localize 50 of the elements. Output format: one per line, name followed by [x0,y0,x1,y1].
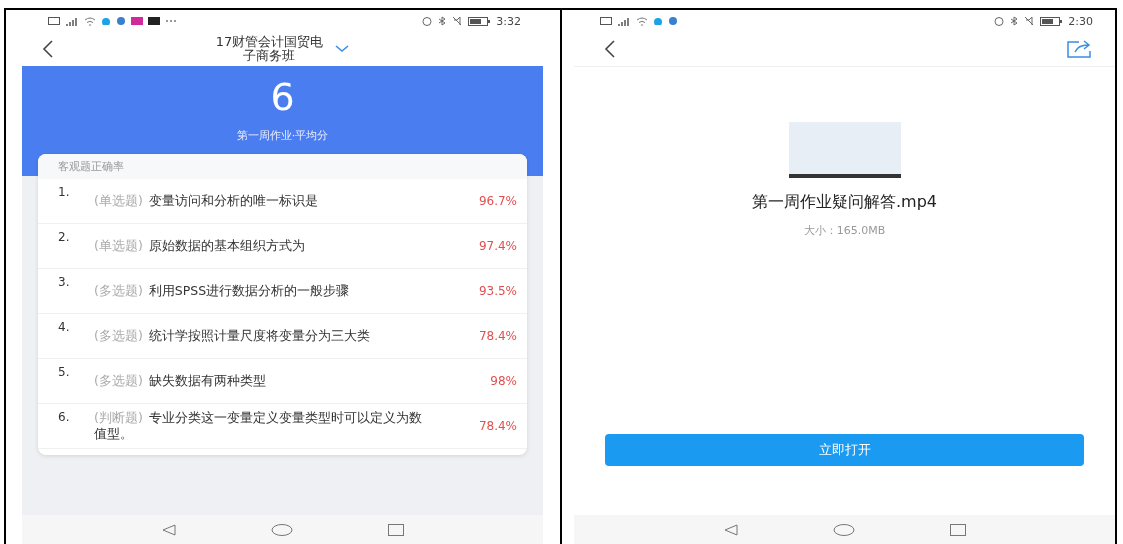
back-triangle-icon[interactable] [723,523,738,536]
question-number: 5. [57,364,71,379]
open-now-button[interactable]: 立即打开 [605,434,1084,466]
file-size: 大小：165.0MB [803,223,886,238]
share-icon[interactable] [1067,40,1093,58]
hd-icon [600,17,612,25]
home-circle-icon[interactable] [270,523,293,536]
question-number: 4. [57,319,71,334]
home-circle-icon[interactable] [832,523,855,536]
app-icon [131,17,143,25]
wifi-icon [636,16,648,26]
question-text: (多选题) 利用SPSS进行数据分析的一般步骤 [94,283,351,299]
question-text: (判断题) 专业分类这一变量定义变量类型时可以定义为数值型。 [94,410,423,442]
back-icon[interactable] [42,40,54,58]
status-time: 3:32 [496,14,521,28]
class-title: 17财管会计国贸电子商务班 [215,35,324,63]
accuracy-rate: 78.4% [477,329,517,343]
back-triangle-icon[interactable] [161,523,176,536]
average-score: 6 [270,78,295,116]
accuracy-rate: 78.4% [477,419,517,433]
signal-icon [617,16,631,26]
question-text: (单选题) 变量访问和分析的唯一标识是 [94,193,319,209]
recents-square-icon[interactable] [387,523,404,536]
accuracy-rate: 97.4% [477,239,517,253]
app-icon [148,17,160,25]
question-number: 3. [57,274,71,289]
accuracy-rate: 96.7% [477,194,517,208]
bluetooth-icon [1010,16,1019,26]
chevron-down-icon[interactable] [335,45,350,53]
question-number: 6. [57,409,71,424]
back-icon[interactable] [604,40,616,58]
battery-icon [1040,16,1063,26]
card-title: 客观题正确率 [38,154,527,179]
hd-icon [48,17,60,25]
recents-square-icon[interactable] [949,523,966,536]
question-number: 2. [57,229,71,244]
wifi-icon [84,16,96,26]
question-text: (多选题) 统计学按照计量尺度将变量分为三大类 [94,328,371,344]
battery-icon [468,16,491,26]
bluetooth-icon [438,16,447,26]
accuracy-rate: 93.5% [477,284,517,298]
status-time: 2:30 [1068,14,1093,28]
question-text: (单选题) 原始数据的基本组织方式为 [94,238,306,254]
question-text: (多选题) 缺失数据有两种类型 [94,373,267,389]
accuracy-rate: 98% [489,374,517,388]
signal-icon [65,16,79,26]
more-dots-icon [165,19,177,23]
file-name: 第一周作业疑问解答.mp4 [752,192,937,213]
question-number: 1. [57,184,71,199]
score-label: 第一周作业·平均分 [236,128,329,143]
